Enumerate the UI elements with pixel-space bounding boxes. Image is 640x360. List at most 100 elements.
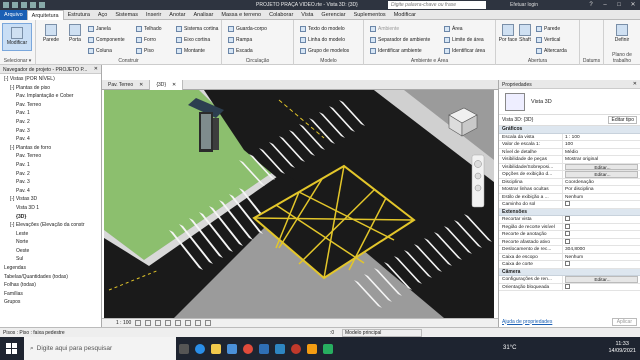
tab-anotar[interactable]: Anotar	[165, 10, 189, 20]
quick-access-toolbar[interactable]	[0, 2, 45, 8]
search-input[interactable]: Digite palavra-chave ou frase	[388, 1, 486, 9]
tree-item[interactable]: Vista 3D 1	[2, 204, 99, 213]
file-explorer-icon[interactable]	[208, 337, 224, 360]
property-checkbox[interactable]	[563, 223, 640, 231]
datum-group-label[interactable]: Datums	[580, 58, 603, 64]
tree-item[interactable]: Norte	[2, 238, 99, 247]
property-section[interactable]: Extensões	[499, 208, 640, 216]
help-icon[interactable]: ?	[584, 0, 598, 10]
close-icon[interactable]: ✕	[139, 80, 143, 90]
curtain-system-button[interactable]: Sistema cortina	[176, 26, 218, 32]
recorder-icon[interactable]	[288, 337, 304, 360]
set-workplane-button[interactable]: Definir	[608, 24, 636, 43]
3d-viewport[interactable]	[104, 90, 494, 318]
model-text-button[interactable]: Texto do modelo	[300, 26, 345, 32]
select-dropdown[interactable]: Selecionar ▾	[0, 58, 35, 64]
properties-help-link[interactable]: Ajuda de propriedades	[502, 319, 552, 325]
door-button[interactable]: Porta	[64, 24, 86, 43]
clock[interactable]: 11:33 14/09/2021	[608, 341, 636, 355]
chrome-icon[interactable]	[240, 337, 256, 360]
tab-massa-terreno[interactable]: Massa e terreno	[217, 10, 265, 20]
shaft-button[interactable]: Shaft	[516, 24, 534, 43]
property-checkbox[interactable]	[563, 261, 640, 268]
tree-item[interactable]: Sul	[2, 255, 99, 264]
tree-item[interactable]: Grupos	[2, 298, 99, 307]
tree-item[interactable]: [-] Elevações (Elevação da constr	[2, 221, 99, 230]
roof-button[interactable]: Telhado	[136, 26, 162, 32]
tag-area-button[interactable]: Identificar área	[444, 48, 485, 54]
navigation-bar[interactable]	[471, 154, 485, 208]
close-icon[interactable]: ✕	[172, 80, 176, 90]
tree-item[interactable]: Pav. 3	[2, 178, 99, 187]
property-checkbox[interactable]	[563, 216, 640, 223]
tab-arquitetura[interactable]: Arquitetura	[26, 9, 64, 20]
app-icon[interactable]	[320, 337, 336, 360]
checkbox-icon[interactable]	[565, 216, 570, 222]
property-value[interactable]: Nenhum	[563, 254, 640, 261]
floor-button[interactable]: Piso	[136, 48, 154, 54]
wall-button[interactable]: Parede	[40, 24, 62, 43]
by-face-button[interactable]: Por face	[498, 24, 518, 43]
view-tab-pav-terreo[interactable]: Pav. Terreo ✕	[102, 80, 151, 90]
component-button[interactable]: Componente	[88, 37, 125, 43]
view-tab-3d[interactable]: {3D} ✕	[150, 80, 184, 90]
tree-item[interactable]: Tabelas/Quantidades (todas)	[2, 273, 99, 282]
checkbox-icon[interactable]	[565, 238, 570, 244]
view-scale[interactable]: 1 : 100	[116, 320, 131, 326]
area-button[interactable]: Área	[444, 26, 463, 32]
property-value[interactable]: Nenhum	[563, 194, 640, 201]
vertical-opening-button[interactable]: Vertical	[536, 37, 560, 43]
instance-selector[interactable]: Vista 3D: {3D}	[502, 117, 533, 123]
room-button[interactable]: Ambiente	[370, 26, 399, 32]
close-icon[interactable]: ✕	[626, 0, 640, 10]
tree-item[interactable]: Leste	[2, 230, 99, 239]
apply-button[interactable]: Aplicar	[611, 317, 637, 326]
property-value[interactable]: Médio	[563, 149, 640, 156]
tree-item[interactable]: [-] Plantas de piso	[2, 84, 99, 93]
tree-item[interactable]: Pav. 2	[2, 170, 99, 179]
curtain-grid-button[interactable]: Eixo cortina	[176, 37, 210, 43]
property-checkbox[interactable]	[563, 238, 640, 246]
tree-item[interactable]: Pav. 4	[2, 187, 99, 196]
tree-item[interactable]: Legendas	[2, 264, 99, 273]
wall-opening-button[interactable]: Parede	[536, 26, 560, 32]
tab-vista[interactable]: Vista	[297, 10, 317, 20]
property-value[interactable]: Coordenação	[563, 179, 640, 186]
dormer-button[interactable]: Altercarda	[536, 48, 567, 54]
start-button[interactable]	[6, 343, 17, 354]
tree-item[interactable]: Pav. 1	[2, 161, 99, 170]
shadows-icon[interactable]	[165, 320, 172, 326]
tree-item[interactable]: [-] Vistas (POR NÍVEL)	[2, 75, 99, 84]
visual-style-icon[interactable]	[145, 320, 152, 326]
store-icon[interactable]	[224, 337, 240, 360]
sign-in-link[interactable]: Efetuar login	[510, 2, 538, 8]
type-selector[interactable]: Vista 3D	[499, 89, 640, 115]
tab-inserir[interactable]: Inserir	[142, 10, 165, 20]
mail-icon[interactable]	[256, 337, 272, 360]
column-button[interactable]: Coluna	[88, 48, 112, 54]
tree-item[interactable]: Pav. 1	[2, 109, 99, 118]
tab-suplementos[interactable]: Suplementos	[350, 10, 390, 20]
close-icon[interactable]: ✕	[633, 81, 637, 87]
taskbar-search[interactable]: ⌕ Digite aqui para pesquisar	[24, 337, 176, 360]
checkbox-icon[interactable]	[565, 223, 570, 229]
crop-icon[interactable]	[185, 320, 192, 326]
stair-button[interactable]: Escada	[228, 48, 253, 54]
model-group-button[interactable]: Grupo de modelos	[300, 48, 349, 54]
checkbox-icon[interactable]	[565, 261, 570, 267]
folder-icon[interactable]	[304, 337, 320, 360]
property-value[interactable]: Editar...	[565, 276, 638, 283]
tag-room-button[interactable]: Identificar ambiente	[370, 48, 422, 54]
property-checkbox[interactable]	[563, 201, 640, 208]
tab-gerenciar[interactable]: Gerenciar	[317, 10, 349, 20]
property-value[interactable]: 100	[563, 141, 640, 148]
window-button[interactable]: Janela	[88, 26, 111, 32]
detail-level-icon[interactable]	[135, 320, 142, 326]
model-line-button[interactable]: Linha do modelo	[300, 37, 345, 43]
tab-modificar[interactable]: Modificar	[390, 10, 420, 20]
tab-colaborar[interactable]: Colaborar	[265, 10, 297, 20]
edge-icon[interactable]	[192, 337, 208, 360]
area-boundary-button[interactable]: Limite de área	[444, 37, 484, 43]
tree-item[interactable]: Famílias	[2, 290, 99, 299]
property-section[interactable]: Câmera	[499, 268, 640, 276]
